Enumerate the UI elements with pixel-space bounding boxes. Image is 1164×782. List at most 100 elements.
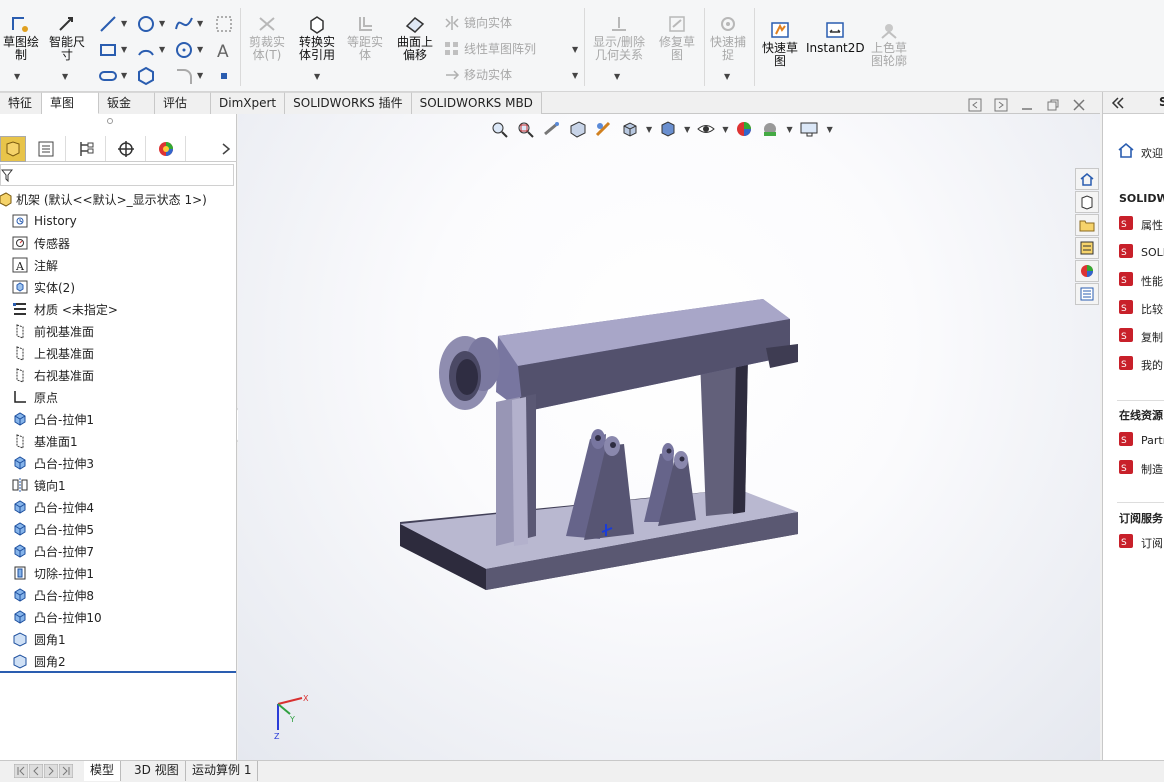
chevron-down-icon[interactable]: ▼: [197, 71, 203, 80]
taskpane-view-palette-tab[interactable]: [1075, 237, 1099, 259]
zoom-to-fit-icon[interactable]: [490, 120, 510, 138]
ellipse-icon[interactable]: [174, 40, 194, 60]
chevron-down-icon[interactable]: ▼: [684, 125, 690, 134]
chevron-down-icon[interactable]: ▼: [572, 45, 578, 54]
graphics-area[interactable]: ▼ ▼ ▼ ▼ ▼ X Z Y: [238, 114, 1100, 760]
tree-item[interactable]: 材质 <未指定>: [0, 298, 118, 320]
chevron-down-icon[interactable]: ▼: [62, 72, 68, 81]
last-tab-icon[interactable]: [59, 764, 73, 778]
model-3d-render[interactable]: [388, 284, 808, 604]
expand-panel-button[interactable]: [186, 136, 237, 161]
view-settings-icon[interactable]: [799, 120, 821, 138]
tree-item[interactable]: 凸台-拉伸10: [0, 606, 102, 628]
shaded-sketch-contours-button[interactable]: 上色草 图轮廓: [866, 20, 912, 68]
chevron-down-icon[interactable]: ▼: [724, 72, 730, 81]
taskpane-link[interactable]: S 订阅: [1117, 532, 1163, 553]
spline-icon[interactable]: [174, 14, 194, 34]
mirror-entities-button[interactable]: 镜向实体: [444, 14, 512, 31]
move-entities-button[interactable]: 移动实体: [444, 66, 512, 83]
tree-item[interactable]: 圆角1: [0, 628, 66, 650]
chevron-down-icon[interactable]: ▼: [614, 72, 620, 81]
feature-filter-input[interactable]: [0, 164, 234, 186]
tree-item[interactable]: 凸台-拉伸5: [0, 518, 94, 540]
taskpane-link[interactable]: S Partn: [1117, 430, 1164, 451]
offset-entities-button[interactable]: 等距实 体: [342, 14, 388, 62]
trim-entities-button[interactable]: 剪裁实 体(T): [244, 14, 290, 62]
taskpane-home-tab[interactable]: [1075, 168, 1099, 190]
chevron-down-icon[interactable]: ▼: [314, 72, 320, 81]
taskpane-resources-tab[interactable]: [1075, 191, 1099, 213]
apply-scene-icon[interactable]: [760, 120, 780, 138]
tree-root-part[interactable]: 机架 (默认<<默认>_显示状态 1>): [0, 188, 207, 210]
tree-item[interactable]: 镜向1: [0, 474, 66, 496]
polygon-icon[interactable]: [136, 66, 156, 86]
tab-solidworks-addins[interactable]: SOLIDWORKS 插件: [285, 92, 412, 114]
taskpane-custom-properties-tab[interactable]: [1075, 283, 1099, 305]
fillet-sketch-icon[interactable]: [174, 66, 194, 86]
previous-tab-icon[interactable]: [29, 764, 43, 778]
tab-motion-study[interactable]: 运动算例 1: [186, 761, 259, 781]
tree-item[interactable]: 凸台-拉伸1: [0, 408, 94, 430]
next-icon[interactable]: [994, 98, 1008, 112]
rollback-bar[interactable]: [0, 671, 236, 673]
home-icon[interactable]: [1117, 142, 1135, 158]
tree-item[interactable]: 凸台-拉伸8: [0, 584, 94, 606]
panel-grip[interactable]: [107, 118, 113, 124]
feature-manager-tab[interactable]: [0, 136, 26, 162]
chevron-down-icon[interactable]: ▼: [121, 19, 127, 28]
chevron-down-icon[interactable]: ▼: [159, 19, 165, 28]
chevron-down-icon[interactable]: ▼: [786, 125, 792, 134]
tree-item[interactable]: 右视基准面: [0, 364, 94, 386]
smart-dimension-button[interactable]: 智能尺 寸: [44, 14, 90, 62]
minimize-icon[interactable]: [1020, 98, 1034, 112]
chevron-down-icon[interactable]: ▼: [646, 125, 652, 134]
linear-pattern-button[interactable]: 线性草图阵列: [444, 40, 536, 57]
tab-evaluate[interactable]: 评估: [155, 92, 211, 114]
taskpane-link[interactable]: S 我的: [1117, 354, 1163, 375]
collapse-chevrons-icon[interactable]: [1111, 97, 1125, 109]
taskpane-link[interactable]: S 性能: [1117, 270, 1163, 291]
tree-item[interactable]: 切除-拉伸1: [0, 562, 94, 584]
tab-sheet-metal[interactable]: 钣金: [99, 92, 155, 114]
property-manager-tab[interactable]: [26, 136, 66, 161]
chevron-down-icon[interactable]: ▼: [572, 71, 578, 80]
tab-sketch[interactable]: 草图: [42, 92, 99, 114]
view-orientation-icon[interactable]: [620, 120, 640, 138]
taskpane-appearances-tab[interactable]: [1075, 260, 1099, 282]
taskpane-link[interactable]: S 复制: [1117, 326, 1163, 347]
tree-item[interactable]: A 注解: [0, 254, 58, 276]
taskpane-link[interactable]: S 制造: [1117, 458, 1163, 479]
restore-icon[interactable]: [1046, 98, 1060, 112]
chevron-down-icon[interactable]: ▼: [197, 19, 203, 28]
welcome-link[interactable]: 欢迎: [1141, 145, 1163, 161]
rapid-sketch-button[interactable]: 快速草 图: [758, 20, 802, 68]
tab-model[interactable]: 模型: [84, 761, 122, 781]
rectangle-icon[interactable]: [98, 40, 118, 60]
tab-features[interactable]: 特征: [0, 92, 42, 114]
tree-item[interactable]: 凸台-拉伸4: [0, 496, 94, 518]
zoom-to-area-icon[interactable]: [516, 120, 536, 138]
section-view-icon[interactable]: [568, 120, 588, 138]
display-delete-relations-button[interactable]: 显示/删除 几何关系: [588, 14, 650, 62]
first-tab-icon[interactable]: [14, 764, 28, 778]
chevron-down-icon[interactable]: ▼: [197, 45, 203, 54]
sketch-button[interactable]: 草图绘 制: [0, 14, 42, 62]
tree-item[interactable]: 实体(2): [0, 276, 75, 298]
hide-show-items-icon[interactable]: [696, 120, 716, 138]
taskpane-file-explorer-tab[interactable]: [1075, 214, 1099, 236]
tab-dimxpert[interactable]: DimXpert: [211, 92, 286, 114]
tree-item[interactable]: 凸台-拉伸3: [0, 452, 94, 474]
tree-item[interactable]: 原点: [0, 386, 58, 408]
chevron-down-icon[interactable]: ▼: [722, 125, 728, 134]
tree-item[interactable]: 凸台-拉伸7: [0, 540, 94, 562]
convert-entities-button[interactable]: 转换实 体引用: [294, 14, 340, 62]
construction-geometry-icon[interactable]: [214, 14, 234, 34]
tree-item[interactable]: History: [0, 210, 77, 232]
tab-3d-views[interactable]: 3D 视图: [128, 761, 186, 781]
chevron-down-icon[interactable]: ▼: [121, 71, 127, 80]
quick-snaps-button[interactable]: 快速捕 捉: [706, 14, 750, 62]
arc-icon[interactable]: [136, 40, 156, 60]
next-tab-icon[interactable]: [44, 764, 58, 778]
chevron-down-icon[interactable]: ▼: [14, 72, 20, 81]
circle-icon[interactable]: [136, 14, 156, 34]
